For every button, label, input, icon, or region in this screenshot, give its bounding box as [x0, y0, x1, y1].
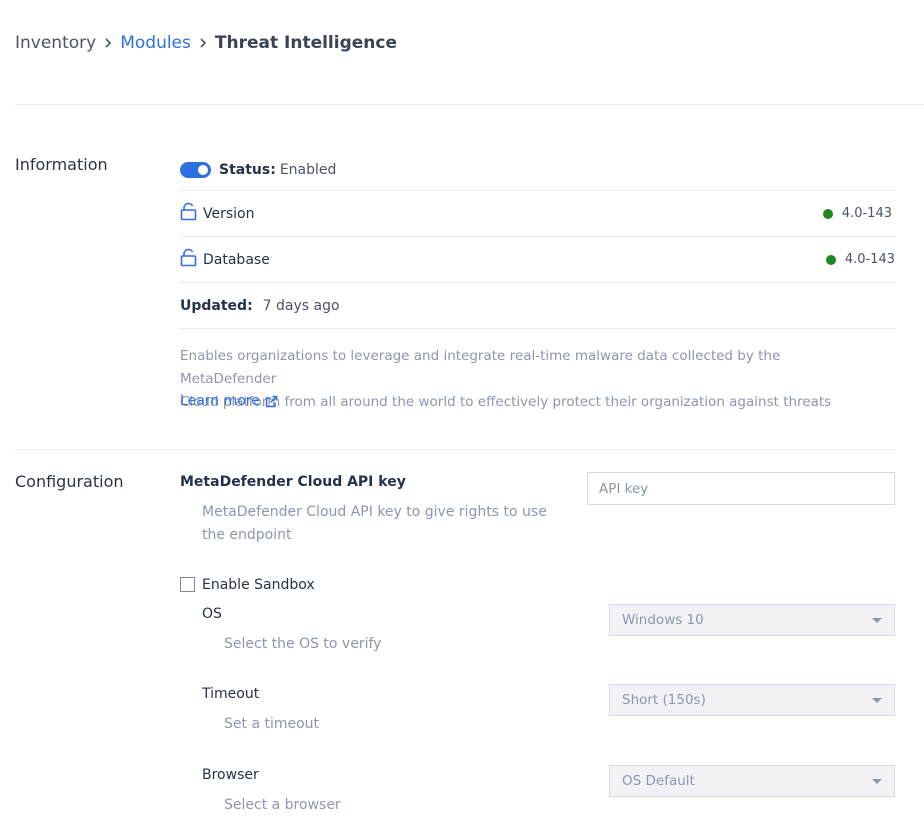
os-label: OS: [202, 606, 222, 622]
information-heading: Information: [15, 155, 108, 174]
database-indicator: 4.0-143: [825, 252, 895, 267]
unlock-icon: [180, 248, 197, 267]
database-row: Database 4.0-143: [180, 237, 895, 283]
timeout-help: Set a timeout: [224, 716, 320, 732]
version-label: Version: [203, 205, 255, 222]
module-details-page: Inventory Modules Threat Intelligence In…: [0, 0, 924, 827]
status-label: Status:: [219, 162, 276, 178]
version-indicator: 4.0-143: [822, 206, 892, 221]
timeout-label: Timeout: [202, 686, 260, 702]
header-divider: [15, 104, 924, 105]
unlock-icon: [180, 202, 197, 221]
chevron-right-icon: [96, 31, 120, 55]
breadcrumb-modules[interactable]: Modules: [120, 31, 191, 55]
browser-label: Browser: [202, 767, 259, 783]
enable-sandbox-checkbox[interactable]: [180, 577, 195, 592]
enable-sandbox-label[interactable]: Enable Sandbox: [202, 577, 315, 593]
status-dot-icon: [822, 208, 833, 219]
version-row: Version 4.0-143: [180, 191, 895, 237]
status-value: Enabled: [279, 162, 337, 178]
browser-help: Select a browser: [224, 797, 341, 813]
chevron-right-icon: [191, 31, 215, 55]
os-select[interactable]: Windows 10: [609, 604, 895, 636]
browser-select-value: OS Default: [622, 773, 695, 789]
version-value: 4.0-143: [841, 206, 892, 221]
os-select-value: Windows 10: [622, 612, 704, 628]
status-row: Status: Enabled: [180, 150, 895, 191]
database-value: 4.0-143: [844, 252, 895, 267]
api-key-label: MetaDefender Cloud API key: [180, 474, 406, 490]
api-key-input[interactable]: [587, 472, 895, 505]
caret-down-icon: [872, 779, 882, 784]
timeout-select-value: Short (150s): [622, 692, 706, 708]
configuration-heading: Configuration: [15, 472, 124, 491]
api-key-help-line: the endpoint: [202, 527, 292, 543]
os-help: Select the OS to verify: [224, 636, 382, 652]
breadcrumb-inventory[interactable]: Inventory: [15, 31, 96, 55]
information-panel: Status: Enabled Version 4.0-143 Database…: [180, 150, 895, 329]
caret-down-icon: [872, 698, 882, 703]
breadcrumb: Inventory Modules Threat Intelligence: [15, 31, 397, 55]
learn-more-link[interactable]: Learn more: [180, 393, 278, 409]
caret-down-icon: [872, 618, 882, 623]
updated-row: Updated: 7 days ago: [180, 283, 895, 329]
updated-value: 7 days ago: [262, 297, 340, 314]
module-description: Enables organizations to leverage and in…: [180, 345, 880, 414]
section-divider: [15, 449, 895, 450]
external-link-icon: [265, 395, 278, 407]
breadcrumb-current: Threat Intelligence: [214, 33, 397, 53]
updated-label: Updated:: [180, 297, 253, 314]
learn-more-label: Learn more: [180, 393, 260, 409]
description-line: Cloud platform from all around the world…: [180, 394, 832, 410]
api-key-help: MetaDefender Cloud API key to give right…: [202, 501, 547, 547]
timeout-select[interactable]: Short (150s): [609, 684, 895, 716]
status-dot-icon: [825, 254, 836, 265]
description-line: Enables organizations to leverage and in…: [180, 348, 781, 387]
database-label: Database: [203, 251, 270, 268]
api-key-help-line: MetaDefender Cloud API key to give right…: [202, 504, 547, 520]
status-toggle[interactable]: [180, 162, 211, 178]
browser-select[interactable]: OS Default: [609, 765, 895, 797]
